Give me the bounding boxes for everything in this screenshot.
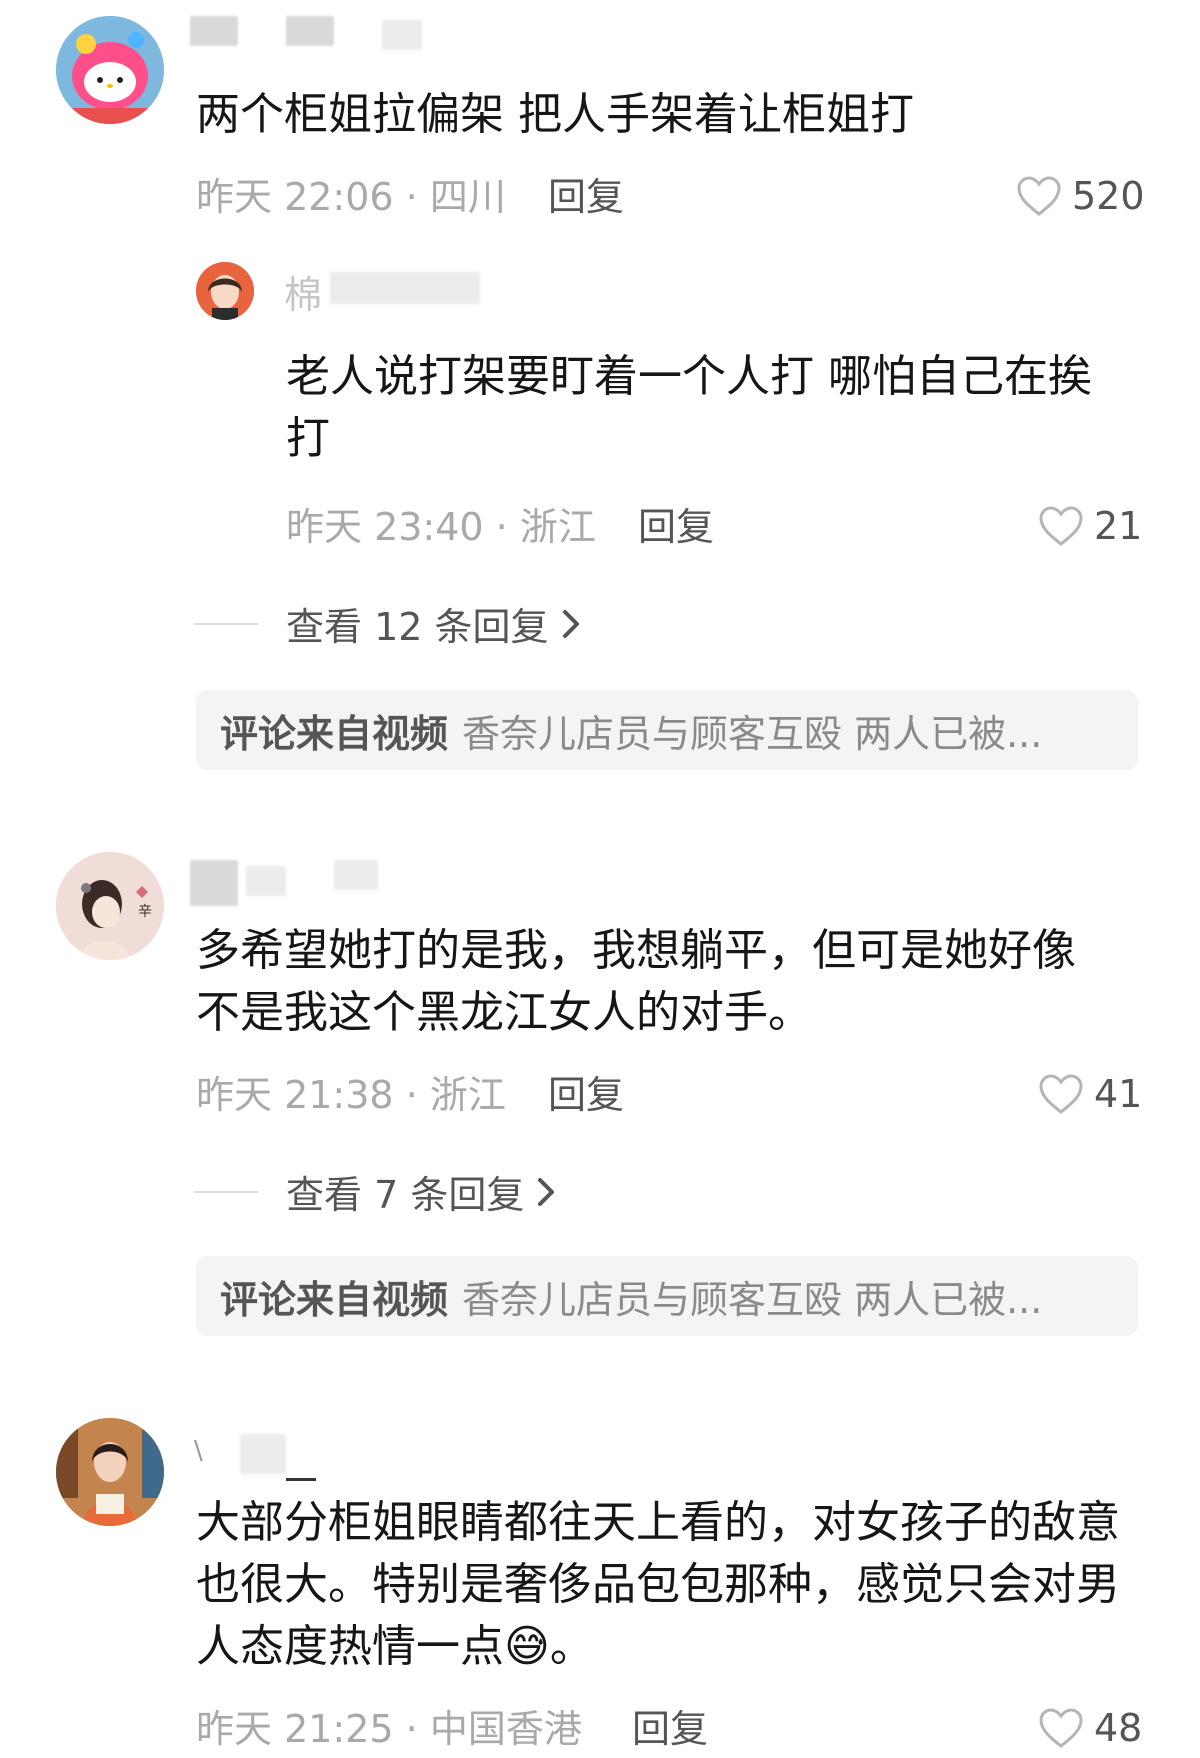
view-replies[interactable]: 查看 12 条回复 bbox=[194, 596, 585, 651]
avatar[interactable]: 辛 bbox=[56, 852, 164, 960]
comment-meta: 昨天 21:38 · 浙江 bbox=[196, 1073, 506, 1117]
comment-text-end: 。 bbox=[549, 1621, 594, 1672]
avatar-char: 辛 bbox=[138, 904, 152, 920]
sweat-smile-icon: 😅 bbox=[504, 1621, 550, 1672]
comment-text: 多希望她打的是我，我想躺平，但可是她好像不是我这个黑龙江女人的对手。 bbox=[196, 925, 1076, 1038]
view-replies-label: 查看 12 条回复 bbox=[286, 605, 549, 649]
heart-icon bbox=[1039, 1074, 1083, 1114]
heart-icon bbox=[1039, 506, 1083, 546]
divider bbox=[194, 622, 258, 625]
avatar[interactable] bbox=[56, 1418, 164, 1526]
like-count: 41 bbox=[1094, 1072, 1143, 1116]
comment-meta: 昨天 22:06 · 四川 bbox=[196, 175, 506, 219]
username[interactable] bbox=[240, 1434, 286, 1474]
username[interactable] bbox=[286, 16, 334, 46]
username[interactable] bbox=[190, 860, 238, 906]
like-count: 520 bbox=[1072, 174, 1145, 218]
username[interactable] bbox=[246, 866, 286, 896]
avatar[interactable] bbox=[196, 262, 254, 320]
like-button[interactable]: 21 bbox=[1038, 504, 1142, 548]
reply-username[interactable]: 棉 bbox=[284, 264, 322, 319]
view-replies[interactable]: 查看 7 条回复 bbox=[194, 1164, 560, 1219]
divider bbox=[286, 1478, 316, 1481]
comment-meta: 昨天 21:25 · 中国香港 bbox=[196, 1707, 582, 1751]
view-replies-label: 查看 7 条回复 bbox=[286, 1173, 525, 1217]
heart-icon bbox=[1017, 176, 1061, 216]
divider bbox=[194, 1190, 258, 1193]
reply-button[interactable]: 回复 bbox=[548, 1070, 624, 1120]
chevron-right-icon bbox=[538, 1177, 555, 1206]
username[interactable] bbox=[190, 16, 238, 46]
like-button[interactable]: 41 bbox=[1038, 1072, 1142, 1116]
username[interactable]: \ bbox=[194, 1436, 203, 1466]
source-label: 评论来自视频 bbox=[220, 711, 449, 756]
source-label: 评论来自视频 bbox=[220, 1277, 449, 1322]
chevron-right-icon bbox=[562, 609, 579, 638]
source-title: 香奈儿店员与顾客互殴 两人已被... bbox=[462, 711, 1043, 756]
username[interactable] bbox=[330, 272, 480, 304]
reply-button[interactable]: 回复 bbox=[632, 1704, 708, 1754]
username[interactable] bbox=[334, 860, 378, 890]
heart-icon bbox=[1039, 1708, 1083, 1748]
username[interactable] bbox=[382, 20, 422, 50]
video-source-link[interactable]: 评论来自视频 香奈儿店员与顾客互殴 两人已被... bbox=[196, 690, 1138, 770]
reply-button[interactable]: 回复 bbox=[638, 502, 714, 552]
comment-text: 大部分柜姐眼睛都往天上看的，对女孩子的敌意也很大。特别是奢侈品包包那种，感觉只会… bbox=[196, 1492, 1144, 1678]
like-button[interactable]: 48 bbox=[1038, 1706, 1142, 1750]
like-button[interactable]: 520 bbox=[1016, 174, 1145, 218]
comment-text: 两个柜姐拉偏架 把人手架着让柜姐打 bbox=[196, 89, 914, 140]
reply-meta: 昨天 23:40 · 浙江 bbox=[286, 505, 596, 549]
reply-text: 老人说打架要盯着一个人打 哪怕自己在挨打 bbox=[286, 351, 1092, 464]
video-source-link[interactable]: 评论来自视频 香奈儿店员与顾客互殴 两人已被... bbox=[196, 1256, 1138, 1336]
source-title: 香奈儿店员与顾客互殴 两人已被... bbox=[462, 1277, 1043, 1322]
like-count: 48 bbox=[1094, 1706, 1143, 1750]
reply-button[interactable]: 回复 bbox=[548, 172, 624, 222]
comment-text-body: 大部分柜姐眼睛都往天上看的，对女孩子的敌意也很大。特别是奢侈品包包那种，感觉只会… bbox=[196, 1497, 1120, 1672]
avatar[interactable] bbox=[56, 16, 164, 124]
like-count: 21 bbox=[1094, 504, 1143, 548]
